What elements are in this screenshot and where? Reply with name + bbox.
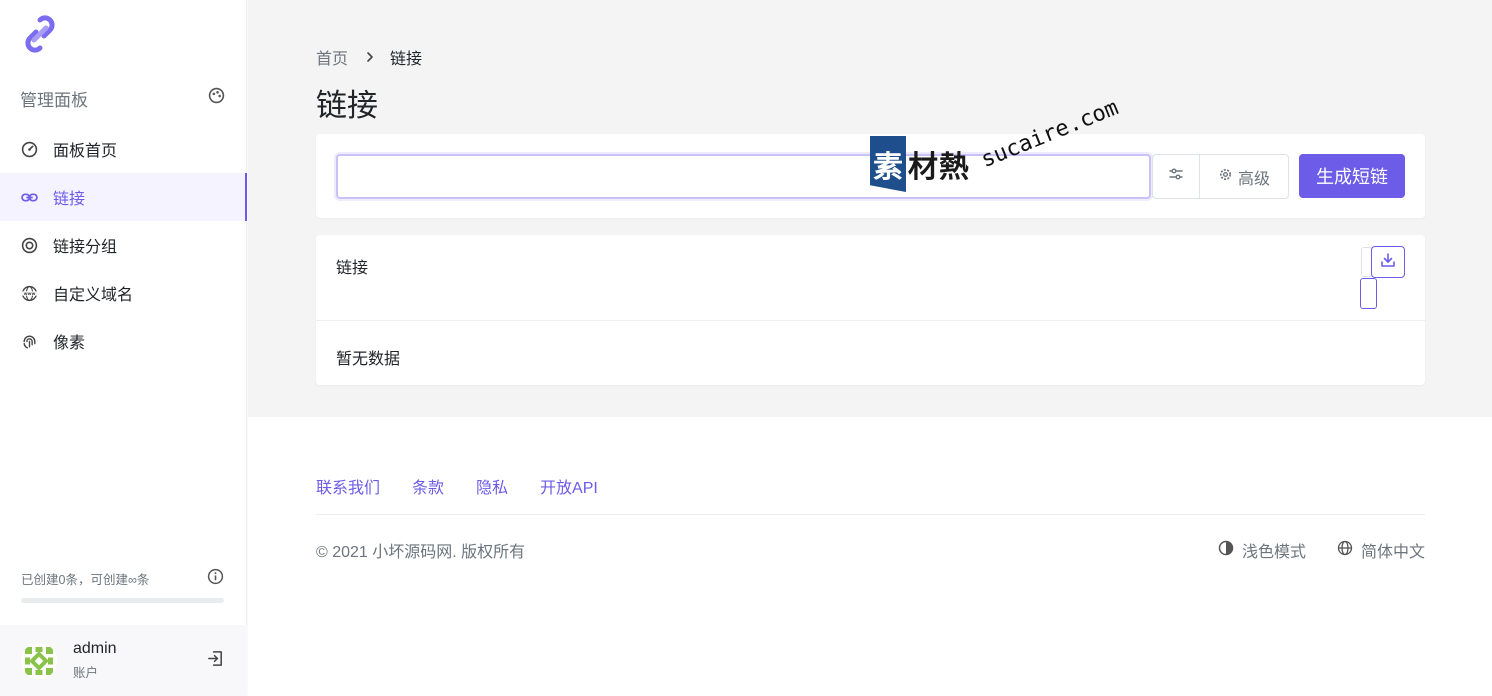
logout-icon[interactable] xyxy=(206,649,225,673)
user-box[interactable]: admin 账户 xyxy=(0,625,247,696)
info-icon[interactable] xyxy=(207,568,224,588)
sidebar-item-label: 链接 xyxy=(53,191,86,208)
sidebar-item-pixels[interactable]: 像素 xyxy=(0,317,247,365)
export-button[interactable] xyxy=(1371,246,1405,278)
svg-text:www: www xyxy=(24,292,36,297)
copyright: © 2021 小坏源码网. 版权所有 xyxy=(316,544,526,561)
list-header: 链接 xyxy=(316,235,1425,321)
user-info: admin 账户 xyxy=(73,640,206,681)
shorten-form-card: 高级 生成短链 xyxy=(316,134,1425,218)
globe-icon xyxy=(1337,540,1361,561)
quota-panel: 已创建0条，可创建∞条 xyxy=(21,568,224,603)
www-globe-icon: www xyxy=(21,285,38,302)
contrast-icon xyxy=(1218,540,1242,561)
language-label: 简体中文 xyxy=(1360,544,1425,561)
url-input[interactable] xyxy=(336,154,1151,199)
sidebar-item-label: 链接分组 xyxy=(53,239,118,256)
breadcrumb-home[interactable]: 首页 xyxy=(316,45,348,69)
footer-links: 联系我们 条款 隐私 开放API xyxy=(316,474,630,498)
advanced-button[interactable]: 高级 xyxy=(1199,154,1289,199)
fingerprint-icon xyxy=(21,333,38,350)
footer-options: 浅色模式 简体中文 xyxy=(1187,538,1425,562)
footer-link-api[interactable]: 开放API xyxy=(540,474,598,498)
logo-link-icon[interactable] xyxy=(20,14,60,54)
sidebar-item-link-groups[interactable]: 链接分组 xyxy=(0,221,247,269)
speedometer-icon xyxy=(21,141,38,158)
list-title: 链接 xyxy=(336,260,369,277)
quota-progress-bar xyxy=(21,598,224,603)
user-role: 账户 xyxy=(73,666,99,680)
target-icon xyxy=(21,237,38,254)
footer: 联系我们 条款 隐私 开放API © 2021 小坏源码网. 版权所有 浅色模式… xyxy=(248,417,1492,696)
quota-text: 已创建0条，可创建∞条 xyxy=(21,572,150,587)
footer-link-contact[interactable]: 联系我们 xyxy=(316,474,380,498)
breadcrumb: 首页 链接 xyxy=(316,45,422,69)
sidebar-item-label: 面板首页 xyxy=(53,143,118,160)
main-content: 首页 链接 链接 高级 生成短链 链接 暂无数据 xyxy=(248,0,1492,417)
breadcrumb-current: 链接 xyxy=(390,51,423,68)
footer-link-privacy[interactable]: 隐私 xyxy=(476,474,508,498)
footer-divider xyxy=(316,514,1425,515)
gear-icon xyxy=(1218,167,1238,187)
page-title: 链接 xyxy=(316,88,378,123)
user-name: admin xyxy=(73,640,117,657)
sidebar-item-custom-domains[interactable]: www 自定义域名 xyxy=(0,269,247,317)
sidebar-item-label: 自定义域名 xyxy=(53,287,134,304)
sliders-icon xyxy=(1168,166,1184,187)
empty-state: 暂无数据 xyxy=(336,351,401,368)
avatar xyxy=(21,642,57,679)
footer-link-terms[interactable]: 条款 xyxy=(412,474,444,498)
sidebar-item-dashboard[interactable]: 面板首页 xyxy=(0,125,247,173)
language-selector[interactable]: 简体中文 xyxy=(1337,538,1425,562)
panel-title: 管理面板 xyxy=(20,90,88,110)
options-button[interactable] xyxy=(1152,154,1200,199)
sidebar: 管理面板 面板首页 链接 链接分组 www 自定义域名 像素 已创建0条，可创建… xyxy=(0,0,247,696)
filter-toggle[interactable] xyxy=(1360,278,1377,309)
link-icon xyxy=(21,189,38,206)
chevron-right-icon xyxy=(364,51,376,63)
theme-label: 浅色模式 xyxy=(1241,544,1306,561)
links-list-card: 链接 暂无数据 xyxy=(316,235,1425,385)
theme-toggle[interactable]: 浅色模式 xyxy=(1218,538,1306,562)
advanced-label: 高级 xyxy=(1237,170,1270,188)
sidebar-nav: 面板首页 链接 链接分组 www 自定义域名 像素 xyxy=(0,125,247,365)
generate-short-link-button[interactable]: 生成短链 xyxy=(1299,154,1405,198)
download-icon xyxy=(1379,251,1397,274)
sidebar-item-label: 像素 xyxy=(53,335,86,352)
panel-header: 管理面板 xyxy=(20,86,225,110)
palette-icon[interactable] xyxy=(208,87,225,109)
sidebar-item-links[interactable]: 链接 xyxy=(0,173,247,221)
